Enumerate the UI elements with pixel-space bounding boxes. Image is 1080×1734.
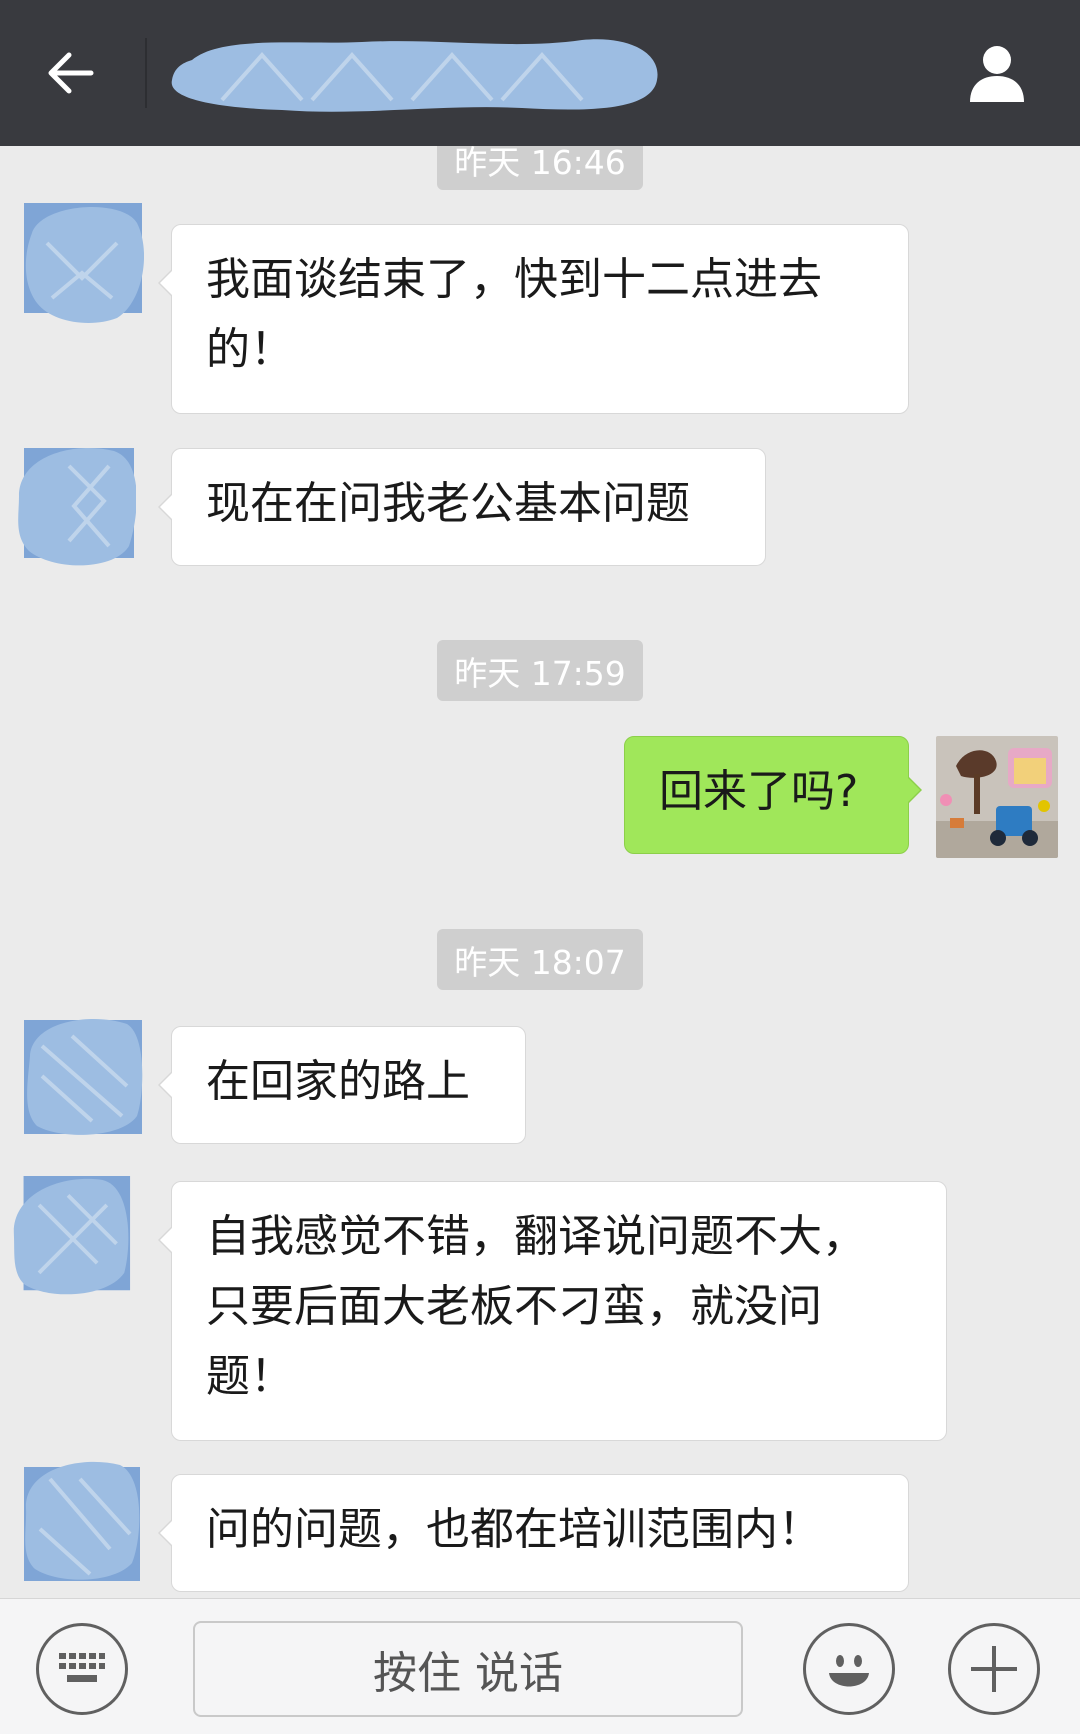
keyboard-icon (59, 1653, 105, 1682)
header-divider (145, 38, 147, 108)
top-bar (0, 0, 1080, 146)
message-bubble-incoming[interactable]: 自我感觉不错，翻译说问题不大， 只要后面大老板不刁蛮，就没问 题！ (158, 1181, 947, 1441)
back-button[interactable] (36, 38, 106, 108)
message-bubble-incoming[interactable]: 我面谈结束了，快到十二点进去 的！ (158, 224, 909, 414)
timestamp: 昨天 17:59 (437, 640, 643, 701)
more-actions-button[interactable] (948, 1623, 1040, 1715)
redacted-contact-name (171, 39, 658, 112)
timestamp: 昨天 16:46 (437, 146, 643, 190)
keyboard-toggle-button[interactable] (36, 1623, 128, 1715)
message-list[interactable]: 昨天 16:46 我面谈结束了，快到十二点进去 的！ 现在在问我老公基本问题 昨… (0, 146, 1080, 1598)
profile-button[interactable] (962, 38, 1032, 108)
input-bar: 按住 说话 (0, 1598, 1080, 1734)
chat-screen: 昨天 16:46 我面谈结束了，快到十二点进去 的！ 现在在问我老公基本问题 昨… (0, 0, 1080, 1734)
my-avatar[interactable] (936, 736, 1058, 858)
avatar[interactable] (22, 1016, 144, 1138)
message-bubble-outgoing[interactable]: 回来了吗? (624, 736, 922, 854)
message-bubble-incoming[interactable]: 现在在问我老公基本问题 (158, 448, 766, 566)
emoji-button[interactable] (803, 1623, 895, 1715)
avatar[interactable] (14, 446, 136, 568)
timestamp: 昨天 18:07 (437, 929, 643, 990)
avatar[interactable] (20, 1459, 142, 1581)
plus-icon (971, 1646, 1017, 1692)
person-icon (970, 46, 1024, 102)
avatar[interactable] (10, 1176, 132, 1298)
smiley-icon (829, 1655, 869, 1687)
arrow-left-icon (48, 52, 94, 94)
message-bubble-incoming[interactable]: 问的问题，也都在培训范围内！ (158, 1474, 909, 1592)
message-bubble-incoming[interactable]: 在回家的路上 (158, 1026, 526, 1144)
hold-to-talk-button[interactable]: 按住 说话 (193, 1621, 743, 1717)
avatar[interactable] (22, 203, 144, 325)
